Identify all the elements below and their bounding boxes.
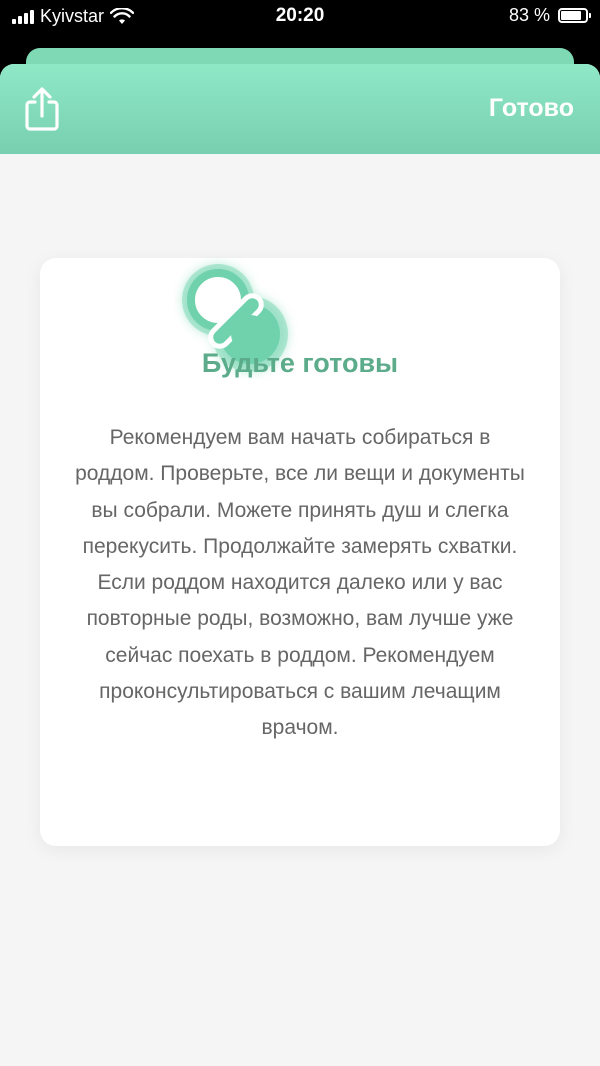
modal-sheet: Готово Будьте готовы Рекомендуем вам нач… xyxy=(0,64,600,1066)
status-right: 83 % xyxy=(508,5,591,26)
battery-icon xyxy=(558,8,591,23)
share-button[interactable] xyxy=(22,86,62,132)
share-icon xyxy=(25,87,59,131)
status-bar: Kyivstar 20:20 83 % xyxy=(0,0,600,36)
sheet-header: Готово xyxy=(0,64,600,154)
card-body: Рекомендуем вам начать собираться в родд… xyxy=(75,426,525,740)
card-title: Будьте готовы xyxy=(201,348,399,378)
battery-percent: 83 % xyxy=(508,5,550,25)
screen: Kyivstar 20:20 83 % Готово Будьте готовы… xyxy=(0,0,600,1066)
done-button[interactable]: Готово xyxy=(489,94,574,123)
battery-level xyxy=(561,11,581,20)
